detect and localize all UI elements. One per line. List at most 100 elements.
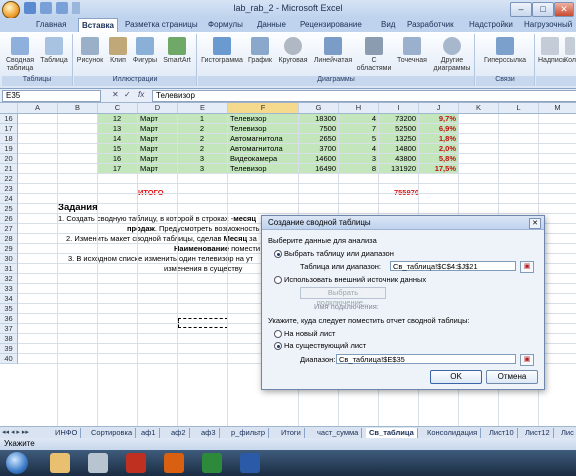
tab-page-layout[interactable]: Разметка страницы bbox=[125, 18, 198, 32]
tab-developer[interactable]: Разработчик bbox=[407, 18, 454, 32]
range-picker-icon[interactable]: ▣ bbox=[520, 261, 534, 273]
sheet-tab[interactable]: Сортировка bbox=[88, 428, 137, 438]
textbox-button[interactable]: Надпись bbox=[538, 37, 566, 65]
sheet-tab[interactable]: Лист10 bbox=[486, 428, 518, 438]
table-cell-h[interactable]: 3 bbox=[339, 154, 376, 163]
column-header-d[interactable]: D bbox=[138, 103, 178, 113]
task-1-line-2[interactable]: продаж. Предусмотреть возможность bbox=[127, 224, 262, 233]
row-header[interactable]: 37 bbox=[0, 324, 18, 334]
ok-button[interactable]: OK bbox=[430, 370, 482, 384]
area-chart-button[interactable]: С областями bbox=[356, 37, 392, 73]
table-cell-f[interactable]: Видеокамера bbox=[230, 154, 296, 163]
line-chart-button[interactable]: График bbox=[246, 37, 274, 65]
word-icon[interactable] bbox=[240, 453, 260, 473]
start-button[interactable] bbox=[6, 452, 28, 474]
task-1-line-1[interactable]: 1. Создать сводную таблицу, в которой в … bbox=[58, 214, 262, 223]
dialog-close-button[interactable]: ✕ bbox=[529, 218, 541, 229]
row-header[interactable]: 25 bbox=[0, 204, 18, 214]
task-2-line-1[interactable]: 2. Изменить макет сводной таблицы, сдела… bbox=[66, 234, 262, 243]
row-header[interactable]: 38 bbox=[0, 334, 18, 344]
column-header-e[interactable]: E bbox=[178, 103, 228, 113]
table-cell-f[interactable]: Автомагнитола bbox=[230, 144, 296, 153]
radio-external-source-label[interactable]: Использовать внешний источник данных bbox=[284, 275, 426, 284]
table-cell-f[interactable]: Телевизор bbox=[230, 164, 296, 173]
radio-new-sheet-label[interactable]: На новый лист bbox=[284, 329, 335, 338]
table-cell-e[interactable]: 3 bbox=[178, 154, 226, 163]
powerpoint-icon[interactable] bbox=[164, 453, 184, 473]
sheet-tab[interactable]: част_сумма bbox=[314, 428, 363, 438]
table-cell-d[interactable]: Март bbox=[140, 124, 176, 133]
row-header[interactable]: 34 bbox=[0, 294, 18, 304]
row-header[interactable]: 24 bbox=[0, 194, 18, 204]
table-cell-j[interactable]: 9,7% bbox=[419, 114, 456, 123]
row-header[interactable]: 16 bbox=[0, 114, 18, 124]
sheet-tab[interactable]: Лис bbox=[558, 428, 576, 438]
table-cell-d[interactable]: Март bbox=[140, 154, 176, 163]
column-header-b[interactable]: B bbox=[58, 103, 98, 113]
table-cell-i[interactable]: 131920 bbox=[379, 164, 416, 173]
hyperlink-button[interactable]: Гиперссылка bbox=[480, 37, 530, 65]
cancel-button[interactable]: Отмена bbox=[486, 370, 538, 384]
tab-data[interactable]: Данные bbox=[257, 18, 286, 32]
sheet-tab[interactable]: ИНФО bbox=[52, 428, 82, 438]
table-cell-h[interactable]: 4 bbox=[339, 144, 376, 153]
close-button[interactable]: ✕ bbox=[554, 2, 574, 17]
table-cell-j[interactable]: 2,0% bbox=[419, 144, 456, 153]
row-header[interactable]: 29 bbox=[0, 244, 18, 254]
sheet-nav-arrows[interactable]: ◂◂ ◂ ▸ ▸▸ bbox=[2, 428, 29, 436]
shapes-button[interactable]: Фигуры bbox=[132, 37, 158, 65]
table-cell-e[interactable]: 1 bbox=[178, 114, 226, 123]
table-cell-e[interactable]: 3 bbox=[178, 164, 226, 173]
table-cell-e[interactable]: 2 bbox=[178, 124, 226, 133]
column-header-k[interactable]: K bbox=[459, 103, 499, 113]
pivot-table-button[interactable]: Сводная таблица bbox=[4, 37, 36, 73]
tab-home[interactable]: Главная bbox=[36, 18, 66, 32]
sheet-tab[interactable]: р_фильтр bbox=[228, 428, 270, 438]
radio-new-sheet[interactable] bbox=[274, 330, 282, 338]
enter-entry-icon[interactable]: ✓ bbox=[124, 90, 131, 99]
insert-function-icon[interactable]: fx bbox=[138, 90, 144, 99]
range-input[interactable]: Св_таблица!$C$4:$J$21 bbox=[390, 261, 516, 271]
table-cell-j[interactable]: 6,9% bbox=[419, 124, 456, 133]
table-cell-i[interactable]: 43800 bbox=[379, 154, 416, 163]
row-header[interactable]: 27 bbox=[0, 224, 18, 234]
table-cell-c[interactable]: 13 bbox=[98, 124, 136, 133]
column-header-f[interactable]: F bbox=[228, 103, 299, 113]
table-button[interactable]: Таблица bbox=[38, 37, 70, 65]
choose-connection-button[interactable]: Выбрать подключение... bbox=[300, 287, 386, 307]
table-cell-i[interactable]: 14800 bbox=[379, 144, 416, 153]
table-cell-g[interactable]: 14600 bbox=[299, 154, 336, 163]
table-cell-i[interactable]: 73200 bbox=[379, 114, 416, 123]
explorer-icon[interactable] bbox=[50, 453, 70, 473]
table-cell-h[interactable]: 5 bbox=[339, 134, 376, 143]
column-header-j[interactable]: J bbox=[419, 103, 459, 113]
radio-existing-sheet-label[interactable]: На существующий лист bbox=[284, 341, 366, 350]
tab-review[interactable]: Рецензирование bbox=[300, 18, 362, 32]
table-cell-c[interactable]: 15 bbox=[98, 144, 136, 153]
location-picker-icon[interactable]: ▣ bbox=[520, 354, 534, 366]
minimize-button[interactable]: – bbox=[510, 2, 532, 17]
picture-button[interactable]: Рисунок bbox=[76, 37, 104, 65]
maximize-button[interactable]: □ bbox=[532, 2, 554, 17]
tab-insert[interactable]: Вставка bbox=[78, 18, 118, 33]
table-cell-f[interactable]: Телевизор bbox=[230, 114, 296, 123]
sheet-tab[interactable]: аф3 bbox=[198, 428, 220, 438]
histogram-button[interactable]: Гистограмма bbox=[200, 37, 244, 65]
sheet-tab[interactable]: Консолидация bbox=[424, 428, 482, 438]
clip-button[interactable]: Клип bbox=[106, 37, 130, 65]
pie-chart-button[interactable]: Круговая bbox=[276, 37, 310, 65]
column-header-h[interactable]: H bbox=[339, 103, 379, 113]
table-cell-f[interactable]: Автомагнитола bbox=[230, 134, 296, 143]
table-cell-c[interactable]: 17 bbox=[98, 164, 136, 173]
calculator-icon[interactable] bbox=[88, 453, 108, 473]
table-cell-g[interactable]: 18300 bbox=[299, 114, 336, 123]
row-header[interactable]: 35 bbox=[0, 304, 18, 314]
column-header-m[interactable]: M bbox=[539, 103, 576, 113]
cancel-entry-icon[interactable]: ✕ bbox=[112, 90, 119, 99]
table-cell-e[interactable]: 2 bbox=[178, 144, 226, 153]
radio-existing-sheet[interactable] bbox=[274, 342, 282, 350]
acrobat-icon[interactable] bbox=[126, 453, 146, 473]
table-cell-g[interactable]: 2650 bbox=[299, 134, 336, 143]
column-header-l[interactable]: L bbox=[499, 103, 539, 113]
row-header[interactable]: 21 bbox=[0, 164, 18, 174]
